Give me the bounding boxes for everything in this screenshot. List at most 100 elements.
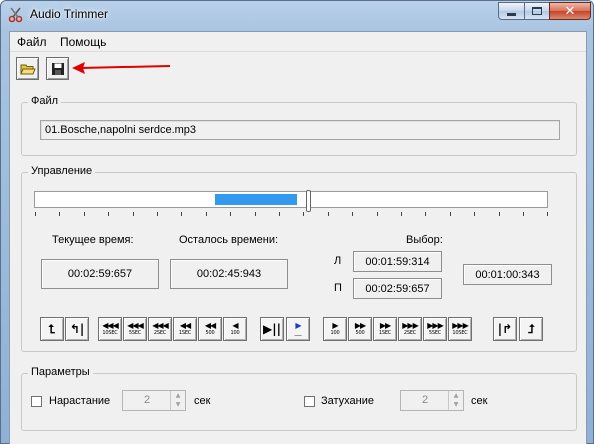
fwd-100-icon: ▶ xyxy=(332,321,338,330)
slider-tick xyxy=(230,212,232,216)
slider-tick xyxy=(205,212,207,216)
menu-help[interactable]: Помощь xyxy=(60,35,106,49)
minimize-button[interactable] xyxy=(498,2,525,20)
back-2sec-caption: 2SEC xyxy=(153,330,167,336)
fwd-5sec-caption: 5SEC xyxy=(428,330,442,336)
back-10sec-button[interactable]: ◀◀◀ 10SEC xyxy=(98,317,122,341)
go-end-button[interactable]: |↱ xyxy=(493,317,517,341)
fwd-10sec-button[interactable]: ▶▶▶ 10SEC xyxy=(448,317,472,341)
back-1sec-button[interactable]: ◀◀ 1SEC xyxy=(173,317,197,341)
fwd-500-button[interactable]: ▶▶ 500 xyxy=(348,317,372,341)
back-2sec-icon: ◀◀◀ xyxy=(152,321,169,330)
folder-open-icon xyxy=(19,64,36,74)
fade-out-spinner[interactable]: 2 ▲ ▼ xyxy=(400,390,464,411)
spin-up-icon[interactable]: ▲ xyxy=(449,391,463,400)
close-icon: ✕ xyxy=(564,3,576,19)
fwd-500-icon: ▶▶ xyxy=(354,321,366,330)
set-start-button[interactable]: ⮤ xyxy=(40,317,64,341)
slider-tick xyxy=(35,212,36,216)
fwd-1sec-icon: ▶▶ xyxy=(379,321,391,330)
back-1sec-caption: 1SEC xyxy=(178,330,192,336)
maximize-icon xyxy=(532,7,542,15)
back-500-button[interactable]: ◀◀ 500 xyxy=(198,317,222,341)
filename-field: 01.Bosche,napolni serdce.mp3 xyxy=(40,120,560,140)
play-caption: ___ xyxy=(294,330,302,336)
remaining-time-label: Осталось времени: xyxy=(179,234,279,246)
red-arrow-annotation xyxy=(72,62,171,74)
back-100-icon: ◀ xyxy=(232,321,238,330)
back-500-icon: ◀◀ xyxy=(204,321,216,330)
pause-icon: ▶|| xyxy=(263,322,281,336)
back-500-caption: 500 xyxy=(205,330,215,336)
fade-out-value: 2 xyxy=(421,394,429,406)
fwd-5sec-button[interactable]: ▶▶▶ 5SEC xyxy=(423,317,447,341)
back-5sec-icon: ◀◀◀ xyxy=(127,321,144,330)
go-start-icon: ↰| xyxy=(69,322,85,336)
fwd-100-button[interactable]: ▶ 100 xyxy=(323,317,347,341)
go-start-button[interactable]: ↰| xyxy=(65,317,89,341)
fwd-1sec-caption: 1SEC xyxy=(378,330,392,336)
file-group: Файл 01.Bosche,napolni serdce.mp3 xyxy=(21,95,577,156)
fade-in-spin-arrows[interactable]: ▲ ▼ xyxy=(170,391,185,410)
menu-file[interactable]: Файл xyxy=(17,35,47,49)
slider-tick xyxy=(327,212,329,216)
client-area: Файл Помощь Файл 01.Bosche,napolni serdc… xyxy=(9,31,587,444)
selection-label: Выбор: xyxy=(406,234,443,246)
minimize-icon xyxy=(507,12,516,16)
slider-tick xyxy=(474,212,476,216)
set-start-icon: ⮤ xyxy=(48,322,56,336)
slider-tick xyxy=(59,212,61,216)
slider-thumb[interactable] xyxy=(306,190,311,212)
spin-up-icon[interactable]: ▲ xyxy=(171,391,185,400)
play-icon: ▶ xyxy=(295,321,301,330)
maximize-button[interactable] xyxy=(524,2,550,20)
fwd-2sec-icon: ▶▶▶ xyxy=(402,321,419,330)
fade-out-checkbox[interactable] xyxy=(304,396,315,407)
fade-in-spinner[interactable]: 2 ▲ ▼ xyxy=(122,390,186,411)
back-2sec-button[interactable]: ◀◀◀ 2SEC xyxy=(148,317,172,341)
slider-tick xyxy=(108,212,110,216)
slider-tick xyxy=(449,212,451,216)
back-10sec-icon: ◀◀◀ xyxy=(102,321,119,330)
back-5sec-button[interactable]: ◀◀◀ 5SEC xyxy=(123,317,147,341)
play-button[interactable]: ▶ ___ xyxy=(286,317,310,341)
app-window: Audio Trimmer ✕ Файл Помощь Файл 01.Bosc… xyxy=(0,0,594,444)
fade-in-checkbox[interactable] xyxy=(31,396,42,407)
position-slider[interactable] xyxy=(34,190,548,212)
control-group-legend: Управление xyxy=(28,165,96,177)
spin-down-icon[interactable]: ▼ xyxy=(449,400,463,409)
slider-tick xyxy=(254,212,256,216)
fwd-1sec-button[interactable]: ▶▶ 1SEC xyxy=(373,317,397,341)
fade-in-unit: сек xyxy=(194,395,211,407)
title-bar[interactable]: Audio Trimmer ✕ xyxy=(1,1,594,29)
file-group-legend: Файл xyxy=(28,95,62,107)
control-group: Управление Текущее время: Осталось време… xyxy=(21,165,577,352)
slider-tick xyxy=(523,212,524,216)
back-100-button[interactable]: ◀ 100 xyxy=(223,317,247,341)
fwd-100-caption: 100 xyxy=(330,330,340,336)
remaining-time-display: 00:02:45:943 xyxy=(170,259,288,289)
back-10sec-caption: 10SEC xyxy=(102,330,118,336)
fade-out-label: Затухание xyxy=(321,395,375,407)
back-5sec-caption: 5SEC xyxy=(128,330,142,336)
open-file-button[interactable] xyxy=(16,57,39,80)
save-file-button[interactable] xyxy=(46,57,69,80)
menu-bar: Файл Помощь xyxy=(10,32,586,52)
left-marker-label: Л xyxy=(334,255,342,267)
fade-out-spin-arrows[interactable]: ▲ ▼ xyxy=(448,391,463,410)
fwd-2sec-caption: 2SEC xyxy=(403,330,417,336)
spin-down-icon[interactable]: ▼ xyxy=(171,400,185,409)
pause-button[interactable]: ▶|| xyxy=(260,317,284,341)
slider-tick xyxy=(132,212,134,216)
back-1sec-icon: ◀◀ xyxy=(179,321,191,330)
close-button[interactable]: ✕ xyxy=(549,2,591,20)
window-title: Audio Trimmer xyxy=(30,7,109,21)
slider-tick xyxy=(498,212,500,216)
set-end-button[interactable]: ⮥ xyxy=(519,317,543,341)
params-group: Параметры Нарастание 2 ▲ ▼ сек Затухание … xyxy=(21,366,577,431)
slider-tick xyxy=(401,212,402,216)
slider-tick xyxy=(181,212,183,216)
fwd-10sec-caption: 10SEC xyxy=(452,330,468,336)
slider-tick xyxy=(83,212,85,216)
fwd-2sec-button[interactable]: ▶▶▶ 2SEC xyxy=(398,317,422,341)
